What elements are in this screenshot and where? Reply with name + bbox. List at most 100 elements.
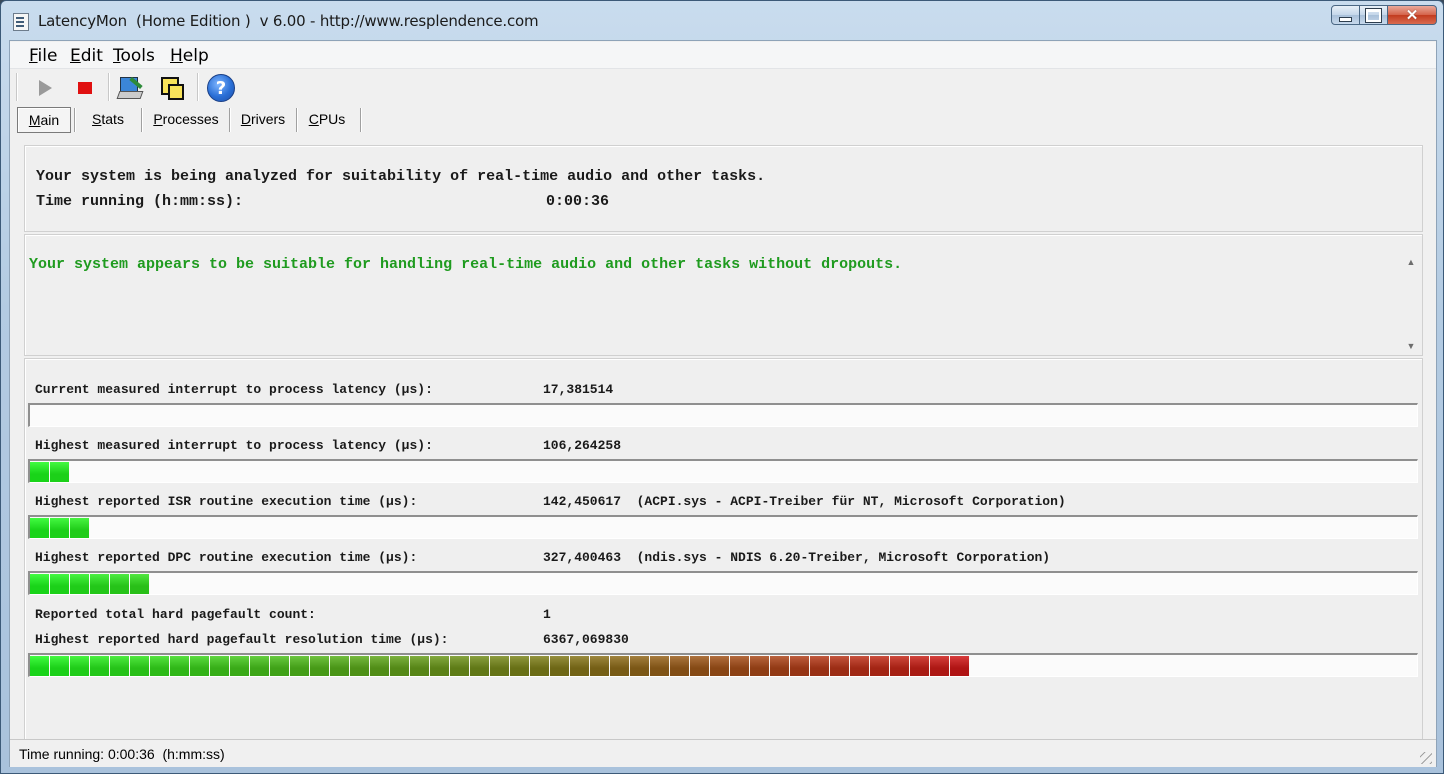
verdict-scrollbar[interactable]: ▲ ▼ [1404, 255, 1418, 353]
tab-strip: Main Stats Processes Drivers C PUs [10, 104, 1436, 133]
menu-tools[interactable]: Tools [113, 46, 155, 66]
bar-segment [550, 656, 569, 676]
bar-segment [30, 656, 49, 676]
bar-segment [930, 656, 949, 676]
bar-segment [270, 656, 289, 676]
bar-segment [450, 656, 469, 676]
bar-segment [330, 656, 349, 676]
time-running-value: 0:00:36 [546, 193, 610, 210]
bar-segment [570, 656, 589, 676]
bar-segment [430, 656, 449, 676]
bar-segment [650, 656, 669, 676]
metric-label-highest-latency: Highest measured interrupt to process la… [35, 438, 433, 453]
tab-separator [141, 108, 142, 132]
minimize-icon [1339, 16, 1352, 22]
stop-button[interactable] [70, 73, 100, 103]
tab-separator [296, 108, 297, 132]
progress-bar-pagefault-time [28, 653, 1418, 677]
metric-value-isr-time: 142,450617 (ACPI.sys - ACPI-Treiber für … [543, 494, 1066, 509]
windows-button[interactable] [157, 73, 187, 103]
bar-segment [50, 518, 69, 538]
bar-segment [130, 574, 149, 594]
resize-grip-icon[interactable] [1420, 752, 1432, 764]
metric-value-current-latency: 17,381514 [543, 382, 614, 397]
bar-segment [170, 656, 189, 676]
toolbar-grip [16, 73, 17, 101]
app-icon[interactable] [13, 13, 29, 31]
pagefault-time-value: 6367,069830 [543, 632, 629, 647]
title-bar[interactable]: LatencyMon (Home Edition ) v 6.00 - http… [1, 1, 1443, 41]
close-icon: ✕ [1405, 6, 1419, 24]
bar-segment [150, 656, 169, 676]
tool-button[interactable] [116, 73, 146, 103]
metric-value-highest-latency: 106,264258 [543, 438, 622, 453]
bar-segment [670, 656, 689, 676]
tab-cpus[interactable]: C PUs [298, 107, 356, 131]
toolbar-separator [108, 73, 109, 101]
bar-segment [830, 656, 849, 676]
bar-segment [690, 656, 709, 676]
menu-help[interactable]: Help [170, 46, 209, 66]
window-controls: ✕ [1331, 5, 1437, 27]
metric-value-dpc-time: 327,400463 (ndis.sys - NDIS 6.20-Treiber… [543, 550, 1051, 565]
bar-segment [210, 656, 229, 676]
bar-segment [70, 518, 89, 538]
bar-segment [850, 656, 869, 676]
play-icon [38, 80, 52, 96]
status-text: Time running: 0:00:36 (h:mm:ss) [19, 746, 225, 762]
play-button[interactable] [30, 73, 60, 103]
tab-drivers[interactable]: Drivers [231, 107, 295, 131]
metric-detail-dpc: (ndis.sys - NDIS 6.20-Treiber, Microsoft… [636, 550, 1051, 565]
toolbar-separator [197, 73, 198, 101]
bar-fill [30, 656, 970, 676]
bar-segment [390, 656, 409, 676]
bar-segment [250, 656, 269, 676]
bar-segment [530, 656, 549, 676]
help-icon: ? [207, 74, 235, 102]
bar-segment [290, 656, 309, 676]
bar-segment [790, 656, 809, 676]
tab-processes[interactable]: Processes [143, 107, 229, 131]
app-window: LatencyMon (Home Edition ) v 6.00 - http… [0, 0, 1444, 774]
help-button[interactable]: ? [206, 73, 236, 103]
minimize-button[interactable] [1331, 5, 1360, 25]
bar-segment [950, 656, 969, 676]
bar-segment [50, 574, 69, 594]
bar-segment [70, 656, 89, 676]
scroll-down-icon[interactable]: ▼ [1404, 339, 1418, 353]
bar-segment [870, 656, 889, 676]
bar-segment [350, 656, 369, 676]
menu-file[interactable]: File [29, 46, 57, 66]
bar-segment [770, 656, 789, 676]
tab-stats[interactable]: Stats [76, 107, 140, 131]
bar-segment [810, 656, 829, 676]
bar-segment [30, 518, 49, 538]
maximize-button[interactable] [1360, 5, 1388, 25]
metric-label-isr-time: Highest reported ISR routine execution t… [35, 494, 418, 509]
tab-separator [229, 108, 230, 132]
bar-segment [590, 656, 609, 676]
tab-separator [74, 108, 75, 132]
analysis-status-text: Your system is being analyzed for suitab… [36, 168, 766, 185]
bar-segment [610, 656, 629, 676]
progress-bar-dpc-time [28, 571, 1418, 595]
tab-main[interactable]: Main [17, 107, 71, 133]
metric-label-current-latency: Current measured interrupt to process la… [35, 382, 433, 397]
scroll-up-icon[interactable]: ▲ [1404, 255, 1418, 269]
bar-segment [710, 656, 729, 676]
close-button[interactable]: ✕ [1388, 5, 1437, 25]
bar-segment [50, 656, 69, 676]
verdict-message: Your system appears to be suitable for h… [29, 256, 903, 273]
metric-detail-isr: (ACPI.sys - ACPI-Treiber für NT, Microso… [636, 494, 1066, 509]
metric-label-dpc-time: Highest reported DPC routine execution t… [35, 550, 418, 565]
menu-edit[interactable]: Edit [70, 46, 103, 66]
bar-segment [230, 656, 249, 676]
bar-segment [30, 574, 49, 594]
bar-segment [110, 656, 129, 676]
pagefault-count-value: 1 [543, 607, 551, 622]
tool-icon [116, 75, 144, 101]
bar-segment [30, 462, 49, 482]
status-bar: Time running: 0:00:36 (h:mm:ss) [10, 739, 1436, 767]
progress-bar-isr-time [28, 515, 1418, 539]
bar-segment [50, 462, 69, 482]
